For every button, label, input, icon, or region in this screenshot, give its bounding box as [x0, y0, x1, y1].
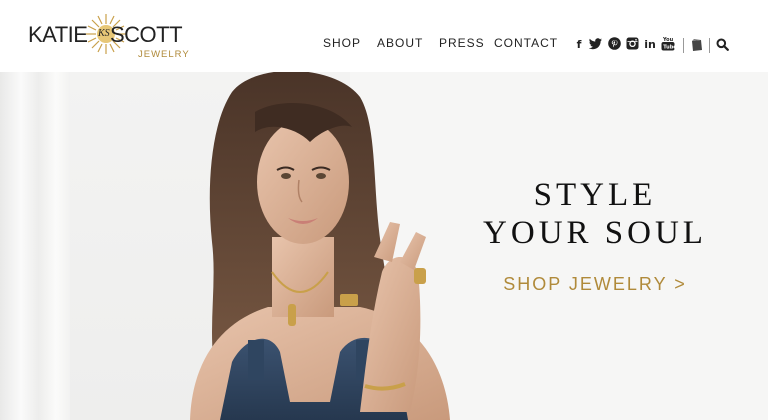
facebook-icon[interactable]: f [574, 37, 584, 51]
youtube-icon[interactable]: You Tube [661, 36, 675, 51]
shop-jewelry-link[interactable]: SHOP JEWELRY > [470, 274, 720, 295]
linkedin-icon[interactable]: in [643, 37, 657, 51]
nav-about[interactable]: ABOUT [377, 36, 423, 50]
hero-headline-line1: STYLE [533, 177, 657, 213]
twitter-icon[interactable] [589, 38, 603, 50]
site-header: KATIE KS SCOTT JEWELRY SHOP ABOUT PRESS … [0, 0, 768, 72]
svg-text:Tube: Tube [663, 45, 675, 51]
window-frame-background [0, 72, 70, 420]
nav-shop[interactable]: SHOP [323, 36, 361, 50]
pinterest-icon[interactable] [608, 37, 621, 50]
instagram-icon[interactable] [626, 37, 639, 50]
model-photo [190, 72, 450, 420]
hero-headline: STYLE YOUR SOUL [470, 176, 720, 252]
header-divider [683, 38, 684, 53]
nav-press[interactable]: PRESS [439, 36, 485, 50]
brand-sub: JEWELRY [138, 49, 190, 60]
bag-icon[interactable] [690, 37, 704, 52]
nav-contact[interactable]: CONTACT [494, 36, 558, 50]
brand-logo[interactable]: KATIE KS SCOTT JEWELRY [28, 12, 190, 62]
header-divider [709, 38, 710, 53]
brand-monogram: KS [98, 28, 110, 39]
brand-left-word: KATIE [28, 22, 88, 47]
brand-right-word: SCOTT [110, 22, 183, 47]
hero-headline-line2: YOUR SOUL [483, 215, 707, 251]
hero-banner: STYLE YOUR SOUL SHOP JEWELRY > [0, 72, 768, 420]
search-icon[interactable] [716, 38, 729, 51]
svg-text:You: You [662, 37, 674, 43]
